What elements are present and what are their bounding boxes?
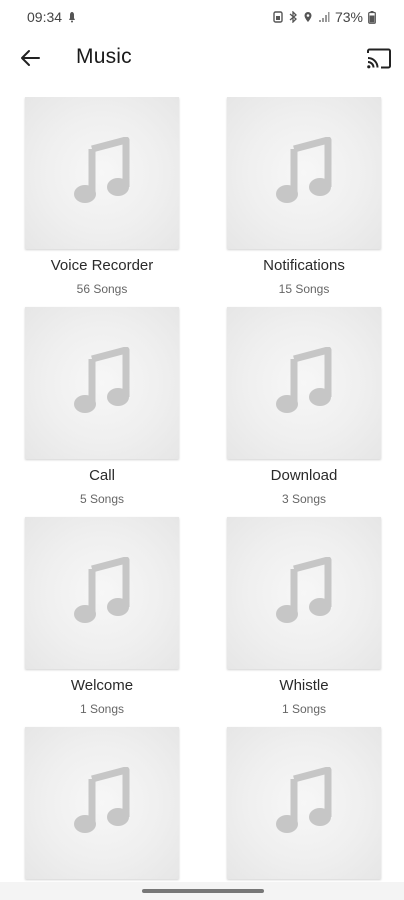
album-art <box>25 727 179 879</box>
home-gesture-handle[interactable] <box>142 889 264 893</box>
album-art <box>25 307 179 459</box>
playlist-name: Whistle <box>279 677 329 694</box>
song-count: 1 Songs <box>79 702 125 716</box>
playlist-card[interactable] <box>227 727 381 882</box>
album-art <box>227 727 381 879</box>
album-art <box>227 97 381 249</box>
music-note-icon <box>72 766 132 840</box>
playlist-name: Download <box>270 467 338 484</box>
playlist-grid: Voice Recorder 56 Songs Notifications 15… <box>0 97 404 882</box>
status-left: 09:34 <box>27 9 77 25</box>
song-count: 5 Songs <box>79 492 125 506</box>
music-note-icon <box>72 346 132 420</box>
status-time: 09:34 <box>27 9 63 25</box>
music-note-icon <box>72 136 132 210</box>
music-note-icon <box>72 556 132 630</box>
status-right: 73% <box>273 9 376 25</box>
playlist-card[interactable] <box>25 727 179 882</box>
cast-button[interactable] <box>362 44 396 78</box>
battery-icon <box>368 10 376 24</box>
battery-percent: 73% <box>334 9 363 25</box>
back-button[interactable] <box>14 44 46 76</box>
album-art <box>25 97 179 249</box>
playlist-card[interactable]: Whistle 1 Songs <box>227 517 381 716</box>
app-bar: Music <box>0 34 404 84</box>
signal-icon <box>318 11 330 23</box>
playlist-card[interactable]: Welcome 1 Songs <box>25 517 179 716</box>
music-note-icon <box>274 136 334 210</box>
bluetooth-icon <box>288 11 298 23</box>
playlist-card[interactable]: Call 5 Songs <box>25 307 179 506</box>
playlist-name: Voice Recorder <box>50 257 154 274</box>
location-icon <box>303 11 313 23</box>
song-count: 15 Songs <box>278 282 330 296</box>
playlist-name: Notifications <box>263 257 345 274</box>
album-art <box>227 517 381 669</box>
playlist-name: Welcome <box>70 677 134 694</box>
music-note-icon <box>274 346 334 420</box>
playlist-card[interactable]: Voice Recorder 56 Songs <box>25 97 179 296</box>
music-note-icon <box>274 556 334 630</box>
album-art <box>25 517 179 669</box>
alert-icon <box>67 11 77 23</box>
playlist-name: Call <box>89 467 115 484</box>
music-note-icon <box>274 766 334 840</box>
song-count: 56 Songs <box>76 282 128 296</box>
sim-icon <box>273 11 283 23</box>
album-art <box>227 307 381 459</box>
song-count: 3 Songs <box>281 492 327 506</box>
status-bar: 09:34 73% <box>0 0 404 34</box>
cast-icon <box>366 48 392 75</box>
page-title: Music <box>76 45 132 68</box>
arrow-back-icon <box>20 49 40 72</box>
playlist-card[interactable]: Notifications 15 Songs <box>227 97 381 296</box>
song-count: 1 Songs <box>281 702 327 716</box>
playlist-card[interactable]: Download 3 Songs <box>227 307 381 506</box>
